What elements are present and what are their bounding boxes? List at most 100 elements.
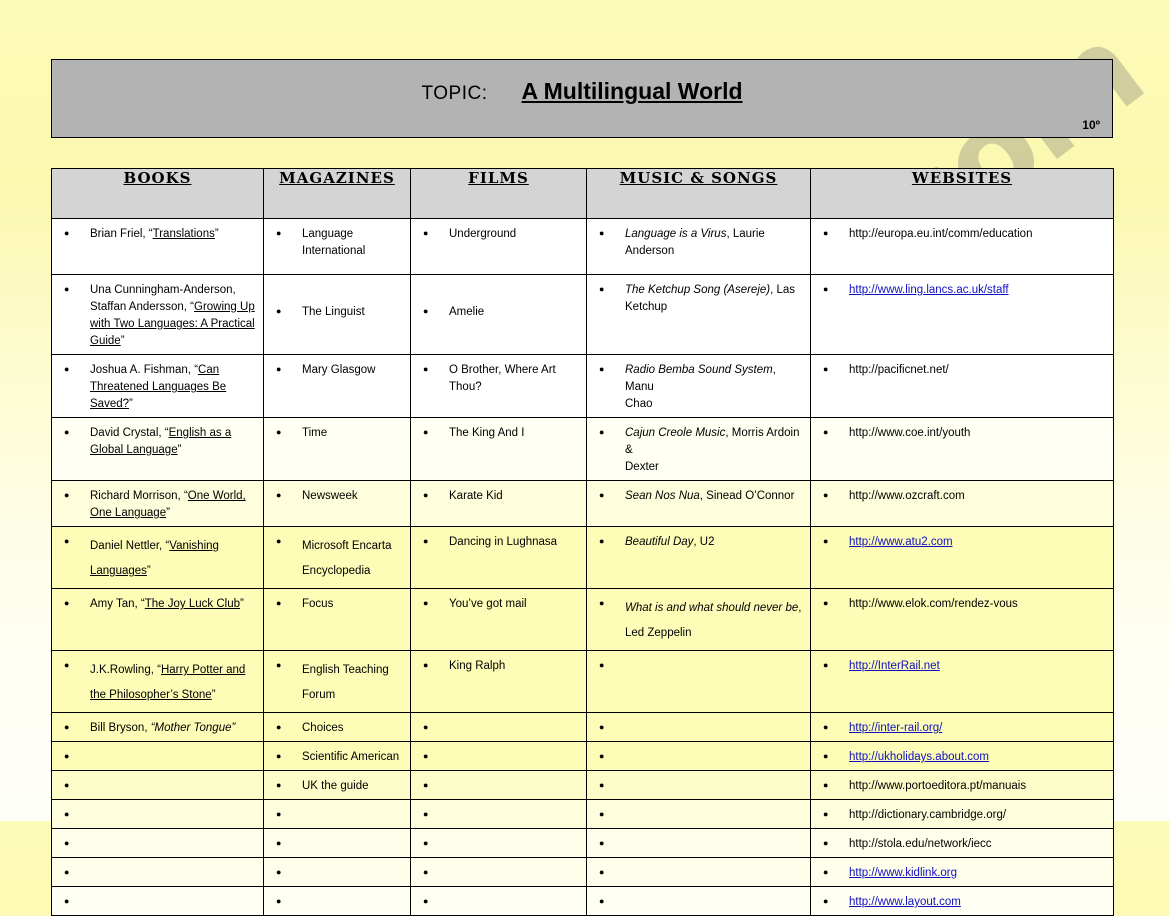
column-header-websites: WEBSITES xyxy=(810,168,1114,219)
table-row: http://stola.edu/network/iecc xyxy=(51,828,1114,858)
cell-films: Karate Kid xyxy=(410,480,587,527)
bullet-icon xyxy=(415,836,449,852)
column-header-books: BOOKS xyxy=(51,168,264,219)
cell-content: Dancing in Lughnasa xyxy=(411,527,586,555)
cell-content xyxy=(411,771,586,798)
cell-films xyxy=(410,799,587,829)
bullet-icon xyxy=(56,282,90,298)
cell-content: Language is a Virus, LaurieAnderson xyxy=(587,219,810,264)
bullet-icon xyxy=(815,778,849,794)
bullet-icon xyxy=(56,596,90,612)
cell-magazines: UK the guide xyxy=(263,770,411,800)
cell-text[interactable]: http://www.ling.lancs.ac.uk/staff xyxy=(849,282,1109,299)
bullet-icon xyxy=(56,894,90,910)
cell-content xyxy=(264,858,410,885)
cell-text[interactable]: http://www.atu2.com xyxy=(849,534,1109,551)
bullet-icon xyxy=(591,425,625,441)
cell-content: Cajun Creole Music, Morris Ardoin &Dexte… xyxy=(587,418,810,480)
cell-content: Joshua A. Fishman, “CanThreatened Langua… xyxy=(52,355,263,417)
cell-content: The Linguist xyxy=(264,275,410,325)
cell-content xyxy=(264,829,410,856)
cell-content: Beautiful Day, U2 xyxy=(587,527,810,555)
column-header-label: WEBSITES xyxy=(911,169,1013,187)
cell-text: Time xyxy=(302,427,328,439)
cell-content: Karate Kid xyxy=(411,481,586,509)
cell-films: Amelie xyxy=(410,274,587,355)
cell-content: Scientific American xyxy=(264,742,410,770)
column-header-films: FILMS xyxy=(410,168,587,219)
cell-content: http://www.portoeditora.pt/manuais xyxy=(811,771,1113,799)
cell-text: Sean Nos Nua, Sinead O’Connor xyxy=(625,490,795,502)
cell-content: http://www.atu2.com xyxy=(811,527,1113,555)
bullet-icon xyxy=(815,534,849,550)
bullet-icon xyxy=(415,425,449,441)
bullet-icon xyxy=(815,720,849,736)
cell-text: Una Cunningham-Anderson, Staffan Andersso… xyxy=(90,284,255,347)
bullet-icon xyxy=(268,865,302,881)
table-row: http://dictionary.cambridge.org/ xyxy=(51,799,1114,829)
cell-text[interactable]: http://www.kidlink.org xyxy=(849,865,1109,882)
cell-music-and-songs xyxy=(586,857,811,887)
cell-text[interactable]: http://inter-rail.org/ xyxy=(849,720,1109,737)
column-header-label: FILMS xyxy=(468,169,529,187)
bullet-icon xyxy=(815,226,849,242)
bullet-icon xyxy=(268,778,302,794)
cell-text: http://pacificnet.net/ xyxy=(849,364,949,376)
cell-content xyxy=(587,771,810,798)
cell-text[interactable]: http://www.layout.com xyxy=(849,894,1109,911)
cell-books xyxy=(51,770,264,800)
cell-content xyxy=(264,800,410,827)
cell-websites: http://www.kidlink.org xyxy=(810,857,1114,887)
bullet-icon xyxy=(56,749,90,765)
table-row: http://www.layout.com xyxy=(51,886,1114,916)
cell-books: Bill Bryson, “Mother Tongue” xyxy=(51,712,264,742)
cell-films xyxy=(410,741,587,771)
cell-magazines xyxy=(263,886,411,916)
cell-text: Bill Bryson, “Mother Tongue” xyxy=(90,722,236,734)
cell-content xyxy=(411,858,586,885)
cell-websites: http://www.portoeditora.pt/manuais xyxy=(810,770,1114,800)
column-header-label: MUSIC & SONGS xyxy=(619,169,778,187)
cell-websites: http://www.coe.int/youth xyxy=(810,417,1114,481)
bullet-icon xyxy=(591,778,625,794)
cell-websites: http://ukholidays.about.com xyxy=(810,741,1114,771)
bullet-icon xyxy=(268,425,302,441)
cell-content xyxy=(587,713,810,740)
cell-content xyxy=(411,713,586,740)
cell-books: Amy Tan, “The Joy Luck Club” xyxy=(51,588,264,651)
cell-content: O Brother, Where ArtThou? xyxy=(411,355,586,400)
bullet-icon xyxy=(815,488,849,504)
cell-books xyxy=(51,857,264,887)
cell-text: Brian Friel, “Translations” xyxy=(90,228,219,240)
cell-content xyxy=(587,887,810,914)
cell-content: http://www.ling.lancs.ac.uk/staff xyxy=(811,275,1113,303)
cell-content: J.K.Rowling, “Harry Potter andthe Philos… xyxy=(52,651,263,712)
cell-content: LanguageInternational xyxy=(264,219,410,264)
cell-text: The Ketchup Song (Asereje), Las Ketchup xyxy=(625,284,796,313)
cell-content xyxy=(52,858,263,885)
cell-text: King Ralph xyxy=(449,660,506,672)
cell-content: Daniel Nettler, “VanishingLanguages” xyxy=(52,527,263,588)
cell-films: The King And I xyxy=(410,417,587,481)
table-row: UK the guide http://www.portoeditora.pt/m… xyxy=(51,770,1114,800)
cell-content: Time xyxy=(264,418,410,446)
cell-text: http://dictionary.cambridge.org/ xyxy=(849,809,1007,821)
cell-books xyxy=(51,886,264,916)
cell-music-and-songs: Cajun Creole Music, Morris Ardoin &Dexte… xyxy=(586,417,811,481)
table-row: J.K.Rowling, “Harry Potter andthe Philos… xyxy=(51,650,1114,713)
cell-websites: http://europa.eu.int/comm/education xyxy=(810,218,1114,275)
bullet-icon xyxy=(56,720,90,736)
cell-music-and-songs: Radio Bemba Sound System, ManuChao xyxy=(586,354,811,418)
bullet-icon xyxy=(56,425,90,441)
cell-content xyxy=(587,742,810,769)
bullet-icon xyxy=(56,658,90,674)
bullet-icon xyxy=(268,658,302,674)
cell-content: Bill Bryson, “Mother Tongue” xyxy=(52,713,263,741)
cell-text[interactable]: http://ukholidays.about.com xyxy=(849,749,1109,766)
cell-content: Una Cunningham-Anderson,Staffan Andersso… xyxy=(52,275,263,354)
cell-content: UK the guide xyxy=(264,771,410,799)
grade-level-label: 10º xyxy=(1082,118,1100,132)
cell-text: Daniel Nettler, “Vanishing Languages” xyxy=(90,540,219,577)
cell-magazines: LanguageInternational xyxy=(263,218,411,275)
cell-text[interactable]: http://InterRail.net xyxy=(849,658,1109,675)
